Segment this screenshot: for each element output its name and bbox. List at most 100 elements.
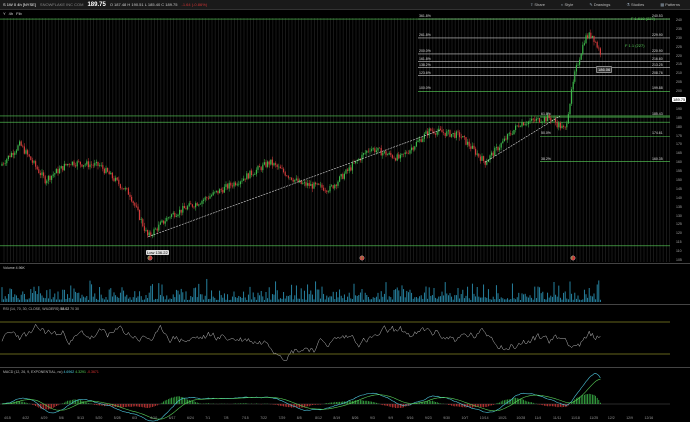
macd-fast-line: [1, 372, 601, 422]
candle-body: [470, 146, 472, 149]
candle-body: [468, 141, 470, 147]
candle-body: [271, 159, 273, 166]
candle-body: [1, 163, 3, 166]
event-marker[interactable]: E: [148, 256, 150, 260]
style-button[interactable]: ◐ Style: [561, 2, 577, 7]
pane-divider[interactable]: [0, 304, 690, 305]
candle-body: [340, 174, 342, 177]
candle-body: [367, 150, 369, 152]
event-marker[interactable]: E: [571, 256, 573, 260]
pencil-icon: ✎: [589, 2, 593, 7]
candle-body: [126, 187, 128, 189]
candle-body: [12, 152, 14, 155]
candle-body: [81, 164, 83, 167]
candle-body: [108, 171, 110, 175]
candle-body: [393, 157, 395, 159]
candle-body: [75, 165, 77, 167]
candle-body: [395, 158, 397, 161]
candle-body: [172, 212, 174, 215]
candle-body: [495, 146, 497, 148]
candle-body: [582, 44, 584, 55]
candle-body: [249, 170, 251, 179]
event-marker[interactable]: E: [361, 256, 363, 260]
date-axis-label: 5/20: [95, 416, 103, 420]
candle-body: [103, 168, 105, 174]
candle-body: [215, 190, 217, 192]
date-axis-label: 8/5: [296, 416, 302, 420]
candle-body: [62, 166, 64, 171]
candle-body: [524, 124, 526, 126]
candle-body: [116, 177, 118, 180]
candle-body: [515, 125, 517, 130]
candle-body: [171, 214, 173, 217]
candle-body: [270, 159, 272, 165]
candle-body: [350, 167, 352, 171]
candle-body: [206, 197, 208, 198]
candle-body: [332, 185, 334, 189]
candle-body: [379, 147, 381, 149]
candle-body: [199, 203, 201, 205]
pane-divider[interactable]: [0, 263, 690, 264]
candle-body: [347, 169, 349, 171]
candle-body: [500, 143, 502, 148]
candle-body: [590, 32, 592, 38]
candle-body: [435, 133, 437, 135]
candle-body: [430, 128, 432, 131]
candle-body: [276, 164, 278, 167]
candle-body: [7, 155, 9, 160]
candle-body: [577, 64, 579, 66]
candle-body: [239, 181, 241, 185]
price-chart[interactable]: [0, 10, 690, 422]
candle-body: [227, 184, 229, 189]
candle-body: [83, 165, 85, 167]
patterns-button[interactable]: ▦ Patterns: [660, 2, 684, 7]
candle-body: [259, 166, 261, 168]
date-axis-label: 9/9: [388, 416, 394, 420]
candle-body: [27, 150, 29, 155]
candle-body: [87, 161, 89, 168]
fib-level-price: 208.76: [652, 70, 663, 75]
candle-body: [20, 141, 22, 146]
candle-body: [291, 177, 293, 180]
price-axis-label: 145: [676, 186, 682, 191]
candle-body: [134, 202, 136, 206]
candle-body: [119, 184, 121, 189]
candle-body: [44, 176, 46, 184]
candle-body: [539, 118, 541, 123]
candle-body: [550, 118, 552, 121]
candle-body: [100, 165, 102, 166]
candle-body: [63, 163, 65, 171]
candle-body: [164, 221, 166, 224]
fib-level-price: 220.90: [652, 48, 663, 53]
pane-divider[interactable]: [0, 367, 690, 368]
candle-body: [547, 115, 549, 122]
candle-body: [22, 145, 24, 147]
candle-body: [585, 35, 587, 44]
candle-body: [41, 172, 43, 176]
candle-body: [444, 132, 446, 136]
candle-body: [374, 148, 376, 153]
symbol-label[interactable]: S 1W 0 4h [NYSE]: [3, 2, 36, 7]
candle-body: [118, 179, 120, 185]
candle-body: [377, 147, 379, 151]
studies-button[interactable]: ⚗ Studies: [626, 2, 648, 7]
candle-body: [303, 182, 305, 184]
candle-body: [287, 175, 289, 178]
candle-body: [68, 164, 70, 165]
candle-body: [491, 152, 493, 156]
candle-body: [531, 118, 533, 121]
candle-body: [201, 200, 203, 204]
candle-body: [235, 182, 237, 186]
share-button[interactable]: ⇪ Share: [530, 2, 549, 7]
candle-body: [396, 154, 398, 161]
date-axis-label: 6/3: [132, 416, 137, 420]
candle-body: [169, 216, 171, 218]
price-axis-label: 235: [676, 26, 682, 31]
date-axis-label: 7/8: [223, 416, 229, 420]
candle-body: [534, 119, 536, 121]
drawings-button[interactable]: ✎ Drawings: [589, 2, 614, 7]
toolbar: ⇪ Share ◐ Style ✎ Drawings ⚗ Studies ▦ Patter…: [522, 0, 688, 9]
candle-body: [39, 173, 41, 176]
candle-body: [110, 172, 112, 175]
candle-body: [457, 131, 459, 133]
